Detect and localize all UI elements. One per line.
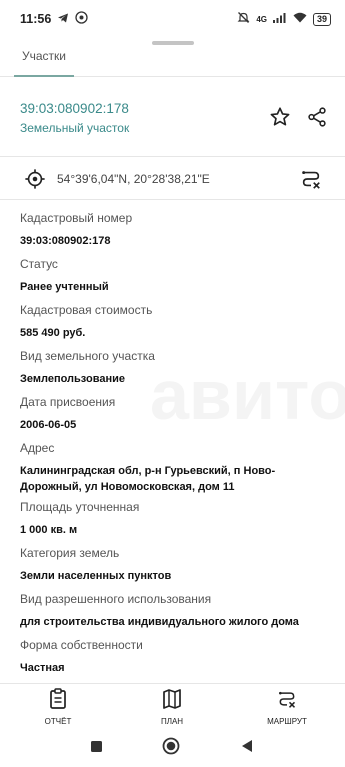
field-label: Площадь уточненная (20, 500, 140, 514)
field-label: Вид разрешенного использования (20, 592, 212, 606)
field-value: 1 000 кв. м (20, 524, 78, 536)
status-bar: 11:56 4G 39 (0, 0, 345, 38)
field-value: для строительства индивидуального жилого… (20, 616, 299, 628)
route-icon[interactable] (298, 166, 324, 192)
field-label: Категория земель (20, 546, 120, 560)
field-value: Землепользование (20, 373, 125, 385)
field-value: 585 490 руб. (20, 327, 86, 339)
system-navigation-bar (0, 728, 345, 767)
field-label: Вид земельного участка (20, 349, 155, 363)
field-status: Статус Ранее учтенный (20, 257, 335, 295)
status-time: 11:56 (20, 12, 52, 26)
parcel-header: 39:03:080902:178 Земельный участок (20, 101, 129, 135)
bottom-navigation: ОТЧЁТ ПЛАН МАРШРУТ (0, 683, 345, 728)
field-label: Кадастровая стоимость (20, 303, 153, 317)
field-label: Статус (20, 257, 58, 271)
back-button[interactable] (240, 739, 254, 758)
locate-target-icon[interactable] (22, 166, 48, 192)
wifi-icon (293, 12, 307, 26)
field-label: Форма собственности (20, 638, 143, 652)
field-value: Частная (20, 662, 65, 674)
field-assignment-date: Дата присвоения 2006-06-05 (20, 395, 335, 433)
field-cadastral-number: Кадастровый номер 39:03:080902:178 (20, 211, 335, 249)
nav-plan-label: ПЛАН (160, 717, 184, 726)
network-type: 4G (256, 14, 267, 24)
telegram-icon (57, 12, 69, 27)
field-land-category: Категория земель Земли населенных пункто… (20, 546, 335, 584)
nav-report[interactable]: ОТЧЁТ (13, 688, 103, 726)
app-notification-icon (75, 11, 88, 27)
nav-plan[interactable]: ПЛАН (127, 688, 217, 726)
signal-icon (272, 12, 287, 26)
nav-report-label: ОТЧЁТ (44, 717, 72, 726)
home-button[interactable] (162, 737, 180, 760)
tab-parcels[interactable]: Участки (14, 48, 74, 77)
nav-route[interactable]: МАРШРУТ (242, 688, 332, 726)
mute-icon (237, 11, 250, 27)
drag-handle[interactable] (152, 41, 194, 45)
field-value: Земли населенных пунктов (20, 570, 172, 582)
tab-bar: Участки (0, 48, 345, 77)
share-icon[interactable] (304, 104, 330, 130)
field-value: Калининградская обл, р-н Гурьевский, п Н… (20, 465, 276, 493)
battery-indicator: 39 (312, 12, 331, 26)
favorite-star-icon[interactable] (267, 104, 293, 130)
field-value: Ранее учтенный (20, 281, 109, 293)
route-icon (277, 691, 297, 714)
field-permitted-use: Вид разрешенного использования для строи… (20, 592, 335, 630)
field-value: 39:03:080902:178 (20, 235, 111, 247)
field-label: Адрес (20, 441, 55, 455)
divider (0, 199, 345, 200)
field-ownership-form: Форма собственности Частная (20, 638, 335, 676)
field-area: Площадь уточненная 1 000 кв. м (20, 500, 335, 538)
field-cadastral-cost: Кадастровая стоимость 585 490 руб. (20, 303, 335, 341)
field-value: 2006-06-05 (20, 419, 77, 431)
recent-apps-button[interactable] (90, 740, 103, 758)
report-clipboard-icon (48, 688, 68, 714)
divider (0, 156, 345, 157)
field-label: Дата присвоения (20, 395, 116, 409)
coordinates-text: 54°39'6,04"N, 20°28'38,21"E (57, 172, 210, 186)
field-address: Адрес Калининградская обл, р-н Гурьевски… (20, 441, 335, 495)
parcel-number: 39:03:080902:178 (20, 101, 129, 116)
nav-route-label: МАРШРУТ (267, 717, 307, 726)
field-label: Кадастровый номер (20, 211, 133, 225)
field-land-type: Вид земельного участка Землепользование (20, 349, 335, 387)
map-plan-icon (162, 689, 182, 714)
parcel-type: Земельный участок (20, 121, 130, 135)
